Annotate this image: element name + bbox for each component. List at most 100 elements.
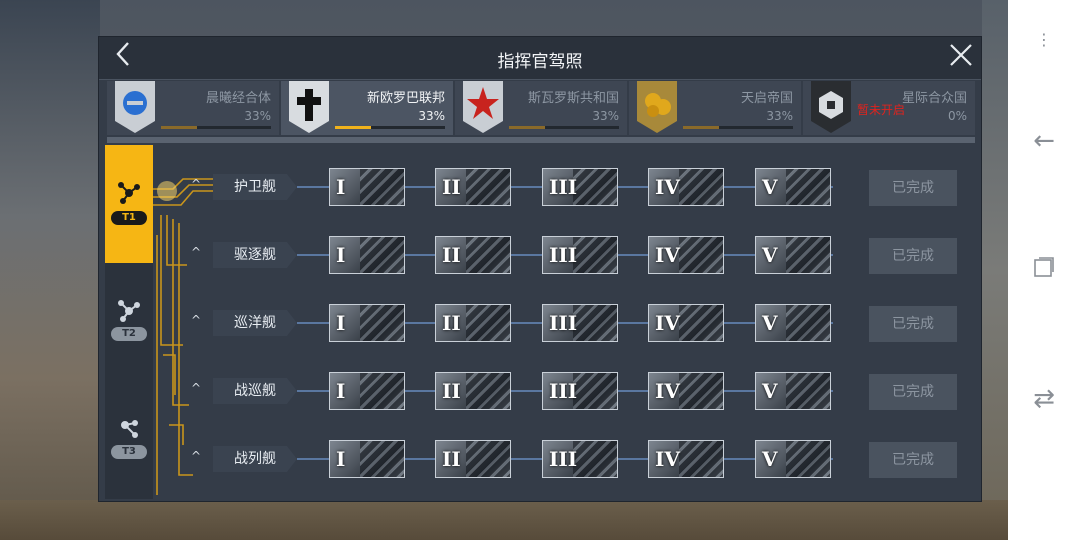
ship-label: 驱逐舰 [213,242,297,268]
stage-card[interactable]: V [755,168,831,206]
page-title: 指挥官驾照 [497,52,583,72]
stage-card[interactable]: I [329,440,405,478]
stage-numeral: IV [655,379,680,403]
switch-icon[interactable]: ⇄ [1008,384,1080,414]
tier-badge: T1 [111,211,147,225]
game-background-bottom [0,500,1008,540]
molecule-icon [121,420,138,438]
stage-card[interactable]: II [435,304,511,342]
faction-progress-fill [509,126,545,129]
faction-name: 斯瓦罗斯共和国 [527,91,619,106]
faction-progress-fill [683,126,719,129]
faction-progress-fill [161,126,197,129]
stage-card[interactable]: II [435,440,511,478]
stage-card[interactable]: V [755,304,831,342]
faction-emblem-icon [115,81,155,133]
stage-numeral: V [762,175,778,199]
stage-card[interactable]: IV [648,440,724,478]
stage-card[interactable]: III [542,236,618,274]
stage-numeral: I [336,447,346,471]
completed-button[interactable]: 已完成 [869,374,957,410]
stage-numeral: III [549,311,578,335]
game-background-left [0,0,100,540]
stage-card[interactable]: IV [648,236,724,274]
faction-tab-5[interactable]: 星际合众国 暂未开启 0% [803,81,975,135]
completed-button[interactable]: 已完成 [869,170,957,206]
stage-numeral: II [442,447,461,471]
stage-card[interactable]: II [435,168,511,206]
faction-tab-2[interactable]: 新欧罗巴联邦 33% [281,81,453,135]
tier-badge: T2 [111,327,147,341]
chevron-up-icon: ^ [190,381,202,395]
faction-emblem-icon [463,81,503,133]
tier-t2[interactable]: T2 [105,263,153,381]
faction-percent: 33% [592,109,619,123]
ship-label: 巡洋舰 [213,310,297,336]
ship-row-destroyer: ^ 驱逐舰 I II III IV V 已完成 [153,233,975,277]
stage-card[interactable]: I [329,168,405,206]
completed-button[interactable]: 已完成 [869,306,957,342]
stage-card[interactable]: I [329,372,405,410]
stage-numeral: IV [655,447,680,471]
faction-percent: 0% [947,109,967,123]
chevron-up-icon: ^ [190,177,202,191]
stage-numeral: I [336,243,346,267]
faction-percent: 33% [766,109,793,123]
stage-card[interactable]: III [542,304,618,342]
stage-numeral: V [762,243,778,267]
faction-tab-1[interactable]: 晨曦经合体 33% [107,81,279,135]
chevron-up-icon: ^ [190,245,202,259]
close-button[interactable] [945,41,977,75]
stage-card[interactable]: IV [648,304,724,342]
faction-percent: 33% [244,109,271,123]
stage-card[interactable]: V [755,236,831,274]
stage-numeral: II [442,243,461,267]
ship-label: 护卫舰 [213,174,297,200]
faction-name: 晨曦经合体 [205,91,271,106]
faction-name: 天启帝国 [740,91,793,106]
close-icon [950,44,972,66]
stage-card[interactable]: IV [648,168,724,206]
stage-numeral: I [336,379,346,403]
faction-percent: 33% [418,109,445,123]
divider [107,137,975,143]
tier-t1[interactable]: T1 [105,145,153,263]
system-nav-bar: ⋮ ← ⇄ [1008,0,1080,540]
recent-apps-icon[interactable] [1008,256,1080,282]
completed-button[interactable]: 已完成 [869,238,957,274]
faction-progress-fill [335,126,371,129]
faction-tab-3[interactable]: 斯瓦罗斯共和国 33% [455,81,627,135]
ship-label: 战巡舰 [213,378,297,404]
ship-row-cruiser: ^ 巡洋舰 I II III IV V 已完成 [153,301,975,345]
ship-row-battlecruiser: ^ 战巡舰 I II III IV V 已完成 [153,369,975,413]
faction-emblem-icon [811,81,851,133]
tier-badge: T3 [111,445,147,459]
stage-card[interactable]: V [755,440,831,478]
stage-numeral: III [549,379,578,403]
completed-button[interactable]: 已完成 [869,442,957,478]
faction-name: 新欧罗巴联邦 [366,91,445,106]
stage-numeral: V [762,311,778,335]
stage-card[interactable]: III [542,168,618,206]
stage-numeral: III [549,447,578,471]
stage-card[interactable]: II [435,236,511,274]
stage-card[interactable]: III [542,440,618,478]
stage-card[interactable]: I [329,304,405,342]
molecule-icon [118,300,140,322]
stage-card[interactable]: IV [648,372,724,410]
menu-icon[interactable]: ⋮ [1008,30,1080,49]
stage-card[interactable]: I [329,236,405,274]
faction-tab-4[interactable]: 天启帝国 33% [629,81,801,135]
faction-progress-bar [335,126,445,129]
tier-t3[interactable]: T3 [105,381,153,499]
stage-numeral: IV [655,175,680,199]
stage-card[interactable]: III [542,372,618,410]
faction-emblem-icon [289,81,329,133]
stage-numeral: IV [655,243,680,267]
stage-card[interactable]: II [435,372,511,410]
faction-progress-bar [683,126,793,129]
title-bar: 指挥官驾照 [99,37,981,80]
stage-card[interactable]: V [755,372,831,410]
ship-row-battleship: ^ 战列舰 I II III IV V 已完成 [153,437,975,481]
back-arrow-icon[interactable]: ← [1008,126,1080,156]
